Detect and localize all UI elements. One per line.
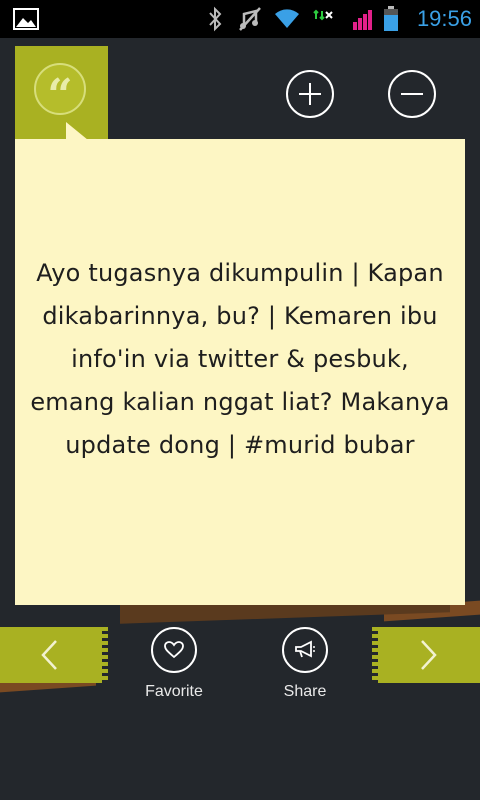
chevron-right-icon xyxy=(406,627,452,683)
data-arrows-icon xyxy=(312,0,336,38)
signal-icon xyxy=(350,0,376,38)
tab-notch xyxy=(66,122,88,140)
gallery-icon xyxy=(10,0,42,38)
status-bar: 19:56 xyxy=(0,0,480,38)
favorite-button[interactable]: Favorite xyxy=(124,627,224,701)
megaphone-icon xyxy=(282,627,328,673)
battery-icon xyxy=(380,0,402,38)
share-label: Share xyxy=(283,683,327,700)
quote-tab: “ xyxy=(15,46,108,139)
status-time: 19:56 xyxy=(416,6,472,31)
bluetooth-icon xyxy=(203,0,227,38)
quote-icon: “ xyxy=(34,63,86,121)
chevron-left-icon xyxy=(26,627,72,683)
wifi-icon xyxy=(270,0,304,38)
share-button[interactable]: Share xyxy=(255,627,355,701)
prev-button[interactable] xyxy=(0,627,108,683)
heart-icon xyxy=(151,627,197,673)
quote-card: Ayo tugasnya dikumpulin | Kapan dikabari… xyxy=(15,139,465,605)
zoom-in-button[interactable] xyxy=(286,70,334,118)
quote-text: Ayo tugasnya dikumpulin | Kapan dikabari… xyxy=(30,258,450,459)
next-button[interactable] xyxy=(372,627,480,683)
zoom-out-button[interactable] xyxy=(388,70,436,118)
favorite-label: Favorite xyxy=(145,683,203,700)
mute-icon xyxy=(236,0,264,38)
quote-symbol: “ xyxy=(47,70,73,121)
